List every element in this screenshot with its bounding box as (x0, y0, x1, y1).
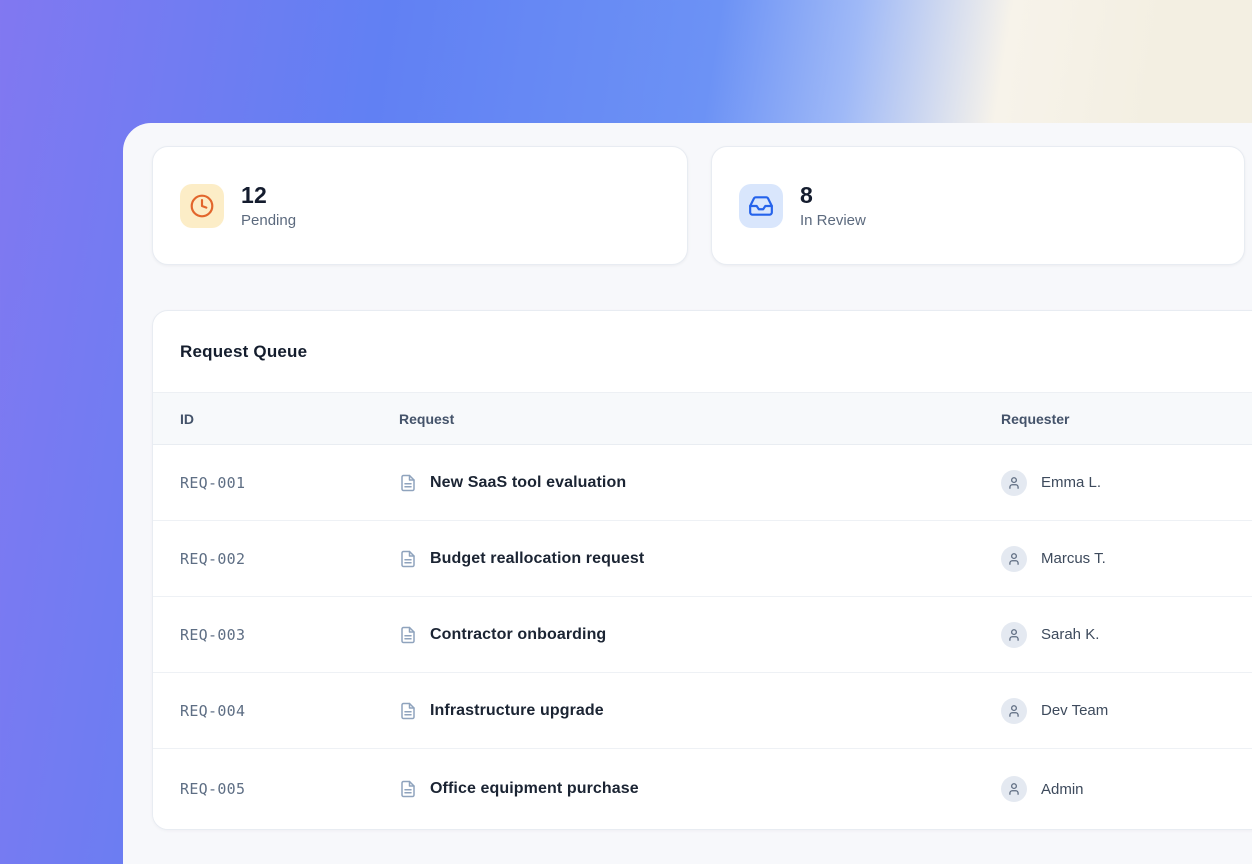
stat-text: 12 Pending (241, 182, 296, 228)
request-cell: Infrastructure upgrade (399, 702, 1001, 720)
table-row[interactable]: REQ-002 Budget reallocation request (153, 521, 1252, 597)
file-text-icon (399, 550, 417, 568)
request-id: REQ-005 (180, 780, 399, 798)
table-body: REQ-001 New SaaS tool evaluation (153, 445, 1252, 829)
file-text-icon (399, 702, 417, 720)
request-title: New SaaS tool evaluation (430, 474, 626, 492)
requester-cell: Dev Team (1001, 698, 1252, 724)
requester-cell: Sarah K. (1001, 622, 1252, 648)
request-cell: Contractor onboarding (399, 626, 1001, 644)
table-row[interactable]: REQ-005 Office equipment purchase (153, 749, 1252, 829)
request-cell: Office equipment purchase (399, 780, 1001, 798)
user-avatar-icon (1001, 546, 1027, 572)
file-text-icon (399, 780, 417, 798)
request-cell: Budget reallocation request (399, 550, 1001, 568)
column-header-request: Request (399, 411, 1001, 427)
table-row[interactable]: REQ-004 Infrastructure upgrade (153, 673, 1252, 749)
requester-name: Marcus T. (1041, 550, 1106, 567)
clock-icon (180, 184, 224, 228)
dashboard-page: { "theme": { "gradient_left": "#8178f1",… (0, 0, 1252, 864)
inbox-icon (739, 184, 783, 228)
pending-label: Pending (241, 212, 296, 229)
request-id: REQ-003 (180, 626, 399, 644)
request-cell: New SaaS tool evaluation (399, 474, 1001, 492)
requester-name: Sarah K. (1041, 626, 1099, 643)
requester-name: Dev Team (1041, 702, 1108, 719)
user-avatar-icon (1001, 776, 1027, 802)
table-header-row: ID Request Requester (153, 393, 1252, 445)
column-header-id: ID (180, 411, 399, 427)
stat-card-in-review: 8 In Review (711, 146, 1245, 265)
file-text-icon (399, 474, 417, 492)
request-title: Office equipment purchase (430, 780, 639, 798)
request-title: Budget reallocation request (430, 550, 644, 568)
request-id: REQ-004 (180, 702, 399, 720)
in-review-count: 8 (800, 182, 866, 208)
column-header-requester: Requester (1001, 411, 1252, 427)
user-avatar-icon (1001, 622, 1027, 648)
table-row[interactable]: REQ-003 Contractor onboarding (153, 597, 1252, 673)
file-text-icon (399, 626, 417, 644)
table-row[interactable]: REQ-001 New SaaS tool evaluation (153, 445, 1252, 521)
in-review-label: In Review (800, 212, 866, 229)
stat-card-pending: 12 Pending (152, 146, 688, 265)
request-title: Infrastructure upgrade (430, 702, 604, 720)
request-id: REQ-002 (180, 550, 399, 568)
request-id: REQ-001 (180, 474, 399, 492)
request-queue-card: Request Queue ID Request Requester REQ-0… (152, 310, 1252, 830)
user-avatar-icon (1001, 698, 1027, 724)
requester-name: Emma L. (1041, 474, 1101, 491)
pending-count: 12 (241, 182, 296, 208)
requester-cell: Emma L. (1001, 470, 1252, 496)
requester-cell: Admin (1001, 776, 1252, 802)
stats-row: 12 Pending 8 In Review (152, 146, 1252, 265)
stat-text: 8 In Review (800, 182, 866, 228)
request-title: Contractor onboarding (430, 626, 606, 644)
main-panel: 12 Pending 8 In Review Request Queue ID … (123, 123, 1252, 864)
requester-name: Admin (1041, 781, 1084, 798)
page-title: Request Queue (180, 342, 307, 362)
user-avatar-icon (1001, 470, 1027, 496)
requester-cell: Marcus T. (1001, 546, 1252, 572)
request-queue-header: Request Queue (153, 311, 1252, 393)
